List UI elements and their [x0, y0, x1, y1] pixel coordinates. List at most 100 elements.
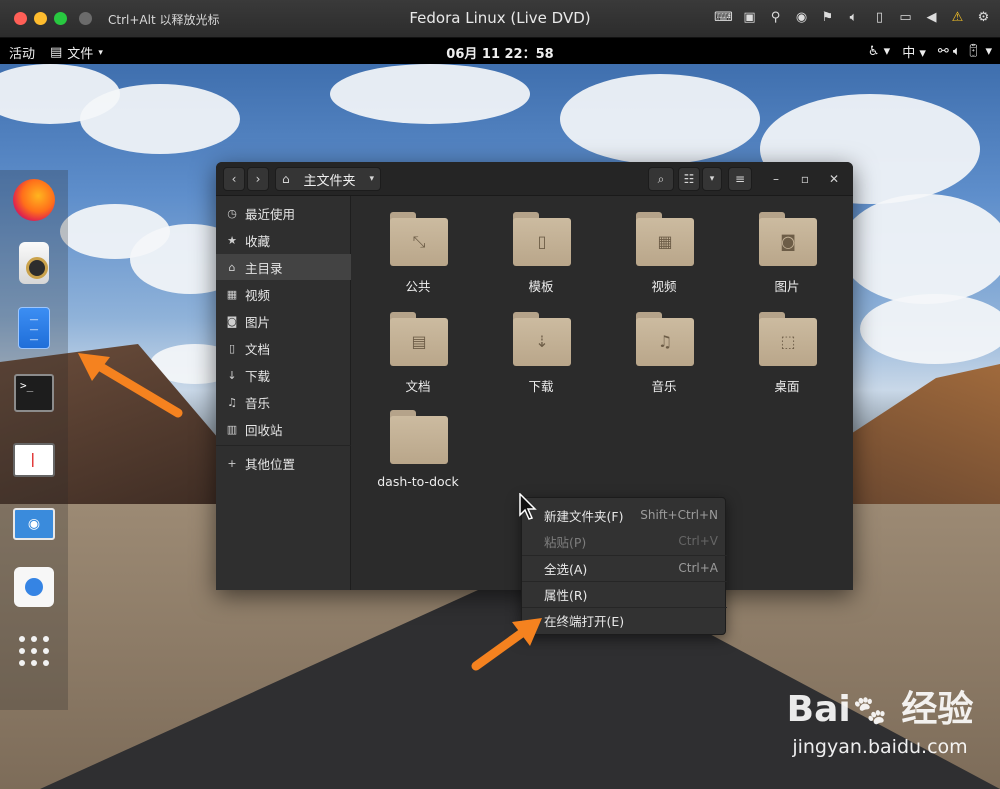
search-button[interactable]: ⌕	[648, 167, 674, 191]
folder-templates[interactable]: ▯ 模板	[491, 204, 591, 300]
input-method-indicator[interactable]: 中 ▾	[902, 42, 926, 61]
forward-button[interactable]: ›	[247, 167, 269, 191]
sidebar-item-recent[interactable]: ◷ 最近使用	[216, 200, 351, 226]
sidebar-item-starred[interactable]: ★ 收藏	[216, 227, 351, 253]
terminal-launcher[interactable]: >_	[12, 371, 56, 415]
device-icon[interactable]: ▯	[871, 9, 888, 26]
sidebar-item-home[interactable]: ⌂ 主目录	[216, 254, 351, 280]
accessibility-icon[interactable]: ♿︎ ▾	[868, 44, 890, 59]
menu-item-properties[interactable]: 属性(R)	[522, 581, 727, 607]
firefox-launcher[interactable]	[12, 178, 56, 222]
files-app-icon: ▤	[50, 45, 63, 60]
volume-icon[interactable]: 🔈︎	[845, 9, 862, 26]
minimize-button[interactable]: –	[767, 170, 785, 188]
sidebar-item-music[interactable]: ♫ 音乐	[216, 389, 351, 415]
sidebar-item-trash[interactable]: ▥ 回收站	[216, 416, 351, 442]
sidebar-item-label: 文档	[245, 341, 271, 357]
folder-downloads[interactable]: ⇣ 下载	[491, 304, 591, 400]
desktop-folder-icon: ⬚	[759, 312, 817, 366]
rhythmbox-launcher[interactable]	[12, 241, 56, 285]
host-extra-button[interactable]	[79, 12, 92, 25]
camera-icon: ◙	[226, 314, 238, 328]
sidebar-item-label: 视频	[245, 287, 271, 303]
app-menu-label: 文件	[67, 47, 94, 62]
status-menu[interactable]: ⚯ 🔈︎ 🔋︎ ▾	[938, 44, 992, 59]
app-menu[interactable]: ▤ 文件 ▾	[50, 43, 103, 62]
share-folder-icon: ⤡	[390, 212, 448, 266]
sidebar-item-videos[interactable]: ▦ 视频	[216, 281, 351, 307]
path-label: 主文件夹	[303, 173, 356, 189]
folder-label: dash-to-dock	[377, 474, 459, 489]
cloud	[80, 84, 240, 154]
folder-music[interactable]: ♫ 音乐	[614, 304, 714, 400]
template-folder-icon: ▯	[513, 212, 571, 266]
files-cabinet-icon	[18, 307, 50, 349]
folder-videos[interactable]: ▦ 视频	[614, 204, 714, 300]
files-launcher[interactable]	[12, 306, 56, 350]
document-icon: ▯	[228, 341, 236, 355]
release-cursor-hint: Ctrl+Alt 以释放光标	[108, 13, 220, 27]
sidebar-item-other-locations[interactable]: + 其他位置	[216, 450, 351, 476]
home-icon: ⌂	[282, 172, 290, 186]
activities-button[interactable]: 活动	[9, 43, 35, 62]
sidebar-item-label: 音乐	[245, 395, 271, 411]
back-triangle-icon[interactable]: ◀	[923, 9, 940, 26]
menu-item-label: 全选(A)	[544, 561, 588, 577]
system-monitor-launcher[interactable]	[12, 438, 56, 482]
sidebar-item-documents[interactable]: ▯ 文档	[216, 335, 351, 361]
cloud	[330, 64, 530, 124]
video-capture-icon[interactable]: ▭	[897, 9, 914, 26]
app-grid-icon	[19, 636, 49, 666]
menu-item-label: 新建文件夹(F)	[544, 508, 624, 524]
camera-icon: ◉	[13, 508, 55, 540]
path-bar-button[interactable]: ⌂ 主文件夹 ▾	[275, 167, 381, 191]
host-minimize-button[interactable]	[34, 12, 47, 25]
show-applications-button[interactable]	[12, 629, 56, 673]
folder-dash-to-dock[interactable]: dash-to-dock	[368, 402, 468, 498]
settings-gear-icon[interactable]: ⚙	[975, 9, 992, 26]
menu-item-select-all[interactable]: 全选(A) Ctrl+A	[522, 555, 727, 581]
menu-item-new-folder[interactable]: 新建文件夹(F) Shift+Ctrl+N	[522, 502, 727, 528]
network-icon[interactable]: ⚑	[819, 9, 836, 26]
folder-label: 下载	[528, 379, 554, 394]
sidebar-item-pictures[interactable]: ◙ 图片	[216, 308, 351, 334]
host-title-bar: Ctrl+Alt 以释放光标 Fedora Linux (Live DVD) ⌨…	[0, 0, 1000, 38]
software-launcher[interactable]	[12, 565, 56, 609]
host-zoom-button[interactable]	[54, 12, 67, 25]
keyboard-icon[interactable]: ⌨	[714, 9, 733, 26]
view-toggle-button[interactable]: ☷	[678, 167, 700, 191]
plus-icon: +	[227, 456, 237, 470]
maximize-button[interactable]: ▫	[796, 170, 814, 188]
music-folder-icon: ♫	[636, 312, 694, 366]
view-options-button[interactable]: ▾	[702, 167, 722, 191]
menu-item-open-in-terminal[interactable]: 在终端打开(E)	[522, 607, 727, 633]
system-monitor-icon	[13, 443, 55, 477]
header-bar: ‹ › ⌂ 主文件夹 ▾ ⌕ ☷ ▾ ≡ – ▫ ✕	[216, 162, 853, 196]
screenshot-launcher[interactable]: ◉	[12, 502, 56, 546]
close-button[interactable]: ✕	[825, 170, 843, 188]
baidu-logo: Bai🐾︎ 经验	[786, 689, 974, 730]
hamburger-menu-button[interactable]: ≡	[728, 167, 752, 191]
menu-icon: ≡	[734, 172, 746, 186]
folder-public[interactable]: ⤡ 公共	[368, 204, 468, 300]
cloud	[860, 294, 1000, 364]
sidebar-item-downloads[interactable]: ↓ 下载	[216, 362, 351, 388]
usb-icon[interactable]: ⚲	[767, 9, 784, 26]
host-close-button[interactable]	[14, 12, 27, 25]
places-sidebar: ◷ 最近使用 ★ 收藏 ⌂ 主目录 ▦ 视频 ◙ 图片 ▯ 文档 ↓ 下载 ♫ 音乐 ▥ 回收站 …	[216, 196, 351, 590]
folder-icon	[390, 410, 448, 464]
menu-item-paste[interactable]: 粘贴(P) Ctrl+V	[522, 528, 727, 554]
cpu-icon[interactable]: ▣	[741, 9, 758, 26]
clock[interactable]: 06月 11 22：58	[0, 43, 1000, 62]
disc-icon[interactable]: ◉	[793, 9, 810, 26]
context-menu: 新建文件夹(F) Shift+Ctrl+N 粘贴(P) Ctrl+V 全选(A) Ct…	[521, 497, 727, 635]
folder-pictures[interactable]: ◙ 图片	[737, 204, 837, 300]
warning-icon[interactable]: ⚠	[949, 9, 966, 26]
sidebar-item-label: 下载	[245, 368, 271, 384]
folder-documents[interactable]: ▤ 文档	[368, 304, 468, 400]
system-tray: ♿︎ ▾ 中 ▾ ⚯ 🔈︎ 🔋︎ ▾	[868, 42, 992, 61]
menu-item-label: 属性(R)	[544, 587, 588, 603]
back-button[interactable]: ‹	[223, 167, 245, 191]
folder-desktop[interactable]: ⬚ 桌面	[737, 304, 837, 400]
music-icon: ♫	[227, 395, 237, 409]
